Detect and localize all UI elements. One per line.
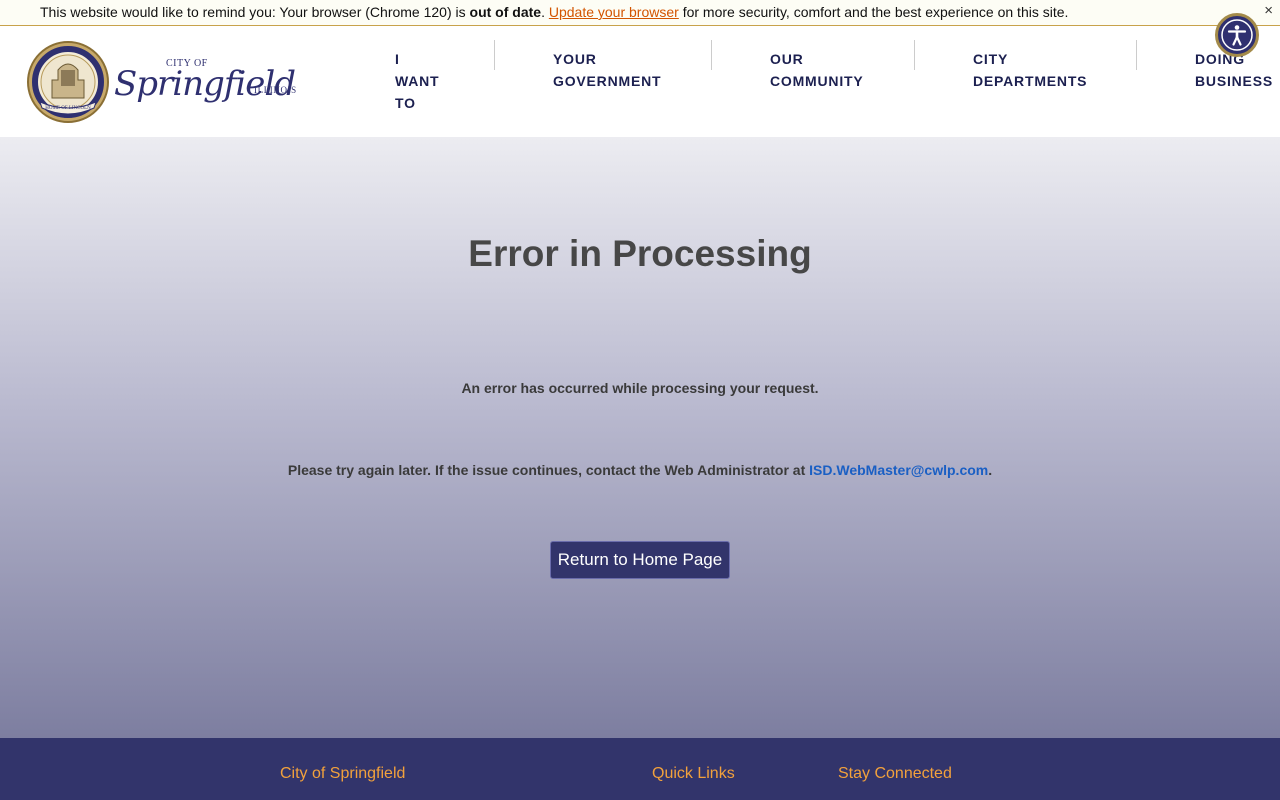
nav-label-line: YOUR: [553, 51, 597, 67]
nav-label-line: COMMUNITY: [770, 73, 864, 89]
nav-i-want-to[interactable]: I WANT TO: [395, 48, 439, 114]
notice-text-end: for more security, comfort and the best …: [678, 4, 1069, 20]
error-content: Error in Processing An error has occurre…: [0, 137, 1280, 738]
site-footer: City of Springfield Quick Links Stay Con…: [0, 738, 1280, 800]
help-text-end: .: [988, 462, 993, 478]
nav-label-line: GOVERNMENT: [553, 73, 662, 89]
notice-bold: out of date: [469, 4, 542, 20]
footer-heading-city: City of Springfield: [280, 765, 406, 782]
help-text: Please try again later. If the issue con…: [287, 462, 810, 478]
browser-update-notice: This website would like to remind you: Y…: [0, 0, 1280, 26]
nav-divider: [494, 40, 495, 70]
nav-label-line: CITY: [973, 51, 1009, 67]
nav-divider: [1136, 40, 1137, 70]
error-help-text: Please try again later. If the issue con…: [0, 462, 1280, 478]
error-message: An error has occurred while processing y…: [461, 380, 819, 396]
nav-our-community[interactable]: OUR COMMUNITY: [770, 48, 864, 92]
footer-heading-quick-links: Quick Links: [652, 765, 735, 782]
nav-label-line: TO: [395, 95, 416, 111]
notice-close-icon[interactable]: ×: [1264, 2, 1273, 20]
nav-label-line: WANT: [395, 73, 440, 89]
notice-text: This website would like to remind you: Y…: [40, 4, 470, 20]
nav-city-departments[interactable]: CITY DEPARTMENTS: [973, 48, 1087, 92]
nav-label-line: BUSINESS: [1195, 73, 1273, 89]
main-navigation: I WANT TO YOUR GOVERNMENT OUR COMMUNITY …: [0, 26, 1280, 137]
site-header: HOME OF LINCOLN 1840 CITY OF Springfield…: [0, 26, 1280, 137]
page-title: Error in Processing: [468, 233, 812, 274]
nav-label-line: OUR: [770, 51, 804, 67]
nav-your-government[interactable]: YOUR GOVERNMENT: [553, 48, 661, 92]
update-browser-link[interactable]: Update your browser: [549, 4, 679, 20]
accessibility-person-icon: [1221, 19, 1253, 51]
footer-heading-stay-connected: Stay Connected: [838, 765, 952, 782]
nav-label-line: I: [395, 51, 400, 67]
return-home-button[interactable]: Return to Home Page: [550, 541, 730, 579]
notice-text-2: .: [541, 4, 549, 20]
nav-label-line: DEPARTMENTS: [973, 73, 1088, 89]
accessibility-button[interactable]: [1215, 13, 1259, 57]
nav-divider: [914, 40, 915, 70]
nav-divider: [711, 40, 712, 70]
webmaster-email-link[interactable]: ISD.WebMaster@cwlp.com: [809, 462, 988, 478]
